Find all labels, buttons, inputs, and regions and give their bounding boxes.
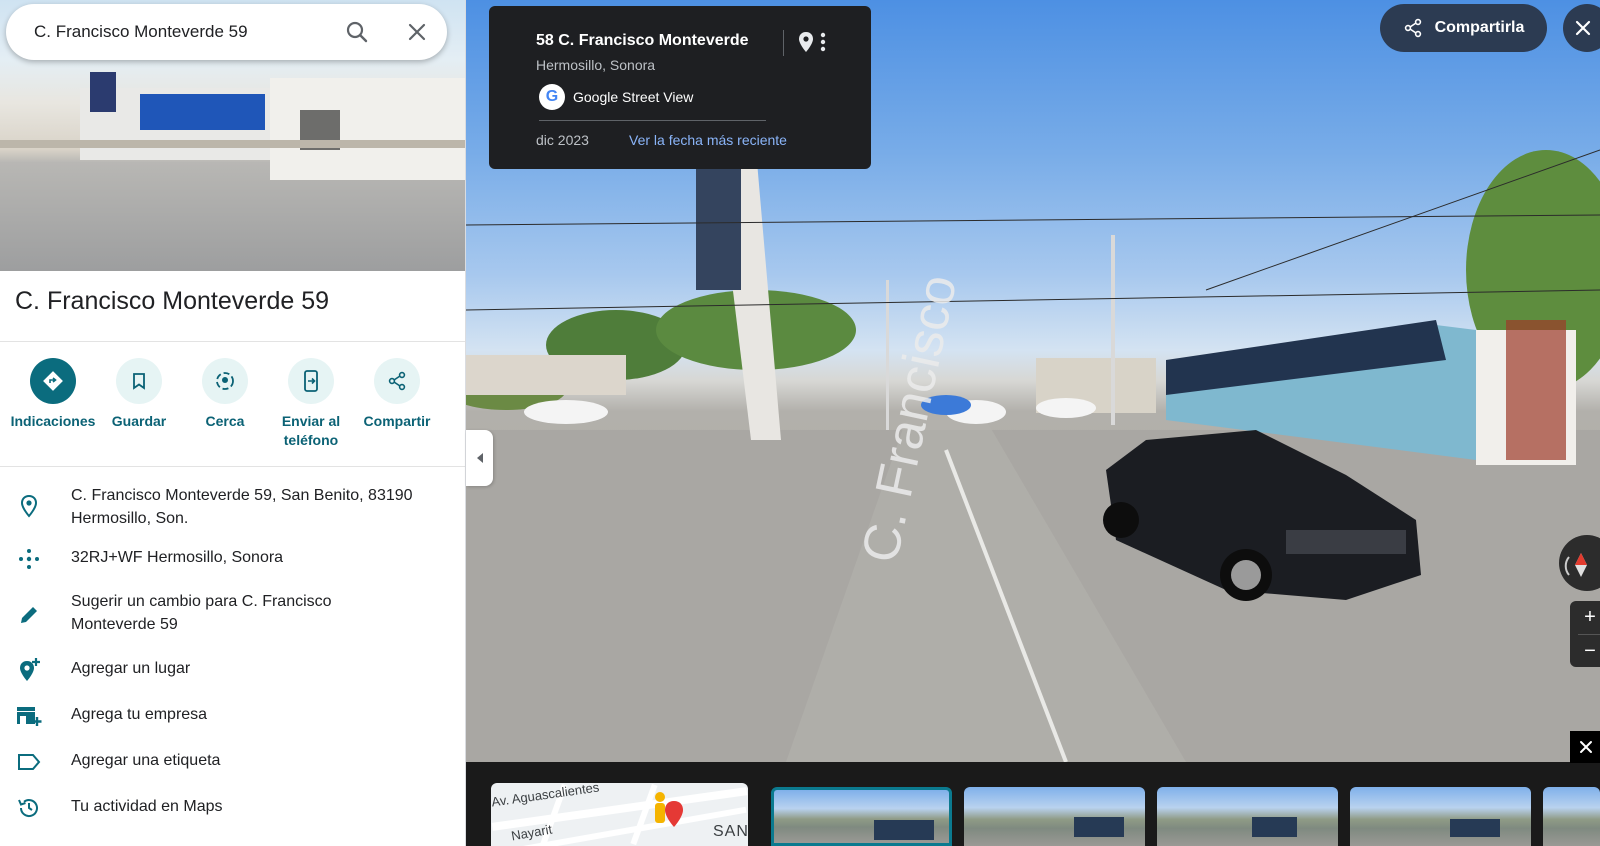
chevron-left-icon (476, 453, 483, 463)
add-label-row[interactable]: Agregar una etiqueta (0, 749, 465, 795)
address-text: C. Francisco Monteverde 59, San Benito, … (71, 487, 413, 527)
zoom-out-button[interactable]: − (1570, 635, 1600, 668)
map-area-label: SAN (713, 823, 748, 840)
activity-text: Tu actividad en Maps (71, 798, 223, 815)
label-icon (16, 749, 42, 775)
location-pin-icon (16, 493, 42, 519)
page-title: C. Francisco Monteverde 59 (15, 287, 330, 315)
minimap[interactable]: Av. Aguascalientes Nayarit SAN (491, 783, 748, 846)
send-to-phone-icon (288, 358, 334, 404)
plus-code-row[interactable]: 32RJ+WF Hermosillo, Sonora (0, 546, 465, 590)
photo-sign (140, 94, 265, 130)
zoom-in-button[interactable]: + (1570, 601, 1600, 634)
provider-label: Google Street View (573, 89, 694, 105)
pegman-icon (655, 792, 683, 827)
address-row[interactable]: C. Francisco Monteverde 59, San Benito, … (0, 484, 465, 546)
save-button[interactable]: Guardar (96, 358, 182, 450)
info-list: C. Francisco Monteverde 59, San Benito, … (0, 484, 465, 841)
send-to-phone-label: Enviar al teléfono (281, 413, 341, 448)
street-view-info-card: 58 C. Francisco Monteverde Hermosillo, S… (489, 6, 871, 169)
directions-button[interactable]: Indicaciones (10, 358, 96, 450)
place-panel: C. Francisco Monteverde 59 C. Francisco … (0, 0, 466, 846)
nearby-button[interactable]: Cerca (182, 358, 268, 450)
divider (539, 120, 766, 121)
zoom-controls: + − (1570, 601, 1600, 667)
search-input[interactable]: C. Francisco Monteverde 59 (34, 22, 327, 42)
bookmark-icon (116, 358, 162, 404)
directions-icon (30, 358, 76, 404)
streetview-title: 58 C. Francisco Monteverde (536, 32, 749, 49)
close-icon (1580, 741, 1592, 753)
history-icon (16, 795, 42, 821)
add-business-icon (16, 703, 42, 729)
collapse-panel-button[interactable] (466, 430, 493, 486)
close-icon[interactable] (387, 4, 447, 60)
divider (783, 30, 784, 56)
add-label-text: Agregar una etiqueta (71, 752, 221, 769)
activity-row[interactable]: Tu actividad en Maps (0, 795, 465, 841)
photo-thumbnail[interactable] (771, 787, 952, 846)
streetview-subtitle: Hermosillo, Sonora (536, 57, 656, 73)
photo-curb (0, 140, 465, 148)
location-pin-icon[interactable] (797, 30, 815, 59)
share-icon (1404, 18, 1421, 38)
pencil-icon (16, 602, 42, 628)
close-icon (1575, 20, 1591, 36)
action-bar: Indicaciones Guardar Cerca Enviar al tel… (10, 358, 460, 450)
add-business-text: Agrega tu empresa (71, 706, 208, 723)
latest-date-link[interactable]: Ver la fecha más reciente (629, 132, 787, 148)
send-to-phone-button[interactable]: Enviar al teléfono (268, 358, 354, 450)
photo-thumbnail[interactable] (1350, 787, 1531, 846)
share-label: Compartir (363, 413, 431, 429)
photo-thumbnail[interactable] (964, 787, 1145, 846)
plus-code-text: 32RJ+WF Hermosillo, Sonora (71, 549, 284, 566)
map-street-label: Av. Aguascalientes (491, 783, 601, 810)
save-label: Guardar (111, 413, 167, 429)
capture-date: dic 2023 (536, 132, 589, 148)
nearby-icon (202, 358, 248, 404)
suggest-edit-text: Sugerir un cambio para C. Francisco Mont… (71, 593, 332, 633)
share-icon (374, 358, 420, 404)
photo-thumbnail[interactable] (1157, 787, 1338, 846)
share-button[interactable]: Compartir (354, 358, 440, 450)
divider (0, 466, 465, 467)
add-business-row[interactable]: Agrega tu empresa (0, 703, 465, 749)
photo-thumbnail[interactable] (1543, 787, 1600, 846)
share-streetview-label: Compartirla (1434, 19, 1525, 36)
add-place-text: Agregar un lugar (71, 660, 191, 677)
plus-code-icon (16, 546, 42, 572)
add-place-row[interactable]: Agregar un lugar (0, 657, 465, 703)
photo-pole-sign (90, 72, 116, 112)
share-streetview-button[interactable]: Compartirla (1380, 4, 1547, 52)
directions-label: Indicaciones (10, 413, 96, 429)
provider-row: G Google Street View (539, 84, 693, 110)
compass-icon (1564, 553, 1587, 577)
more-options-icon[interactable] (819, 30, 827, 59)
add-location-icon (16, 657, 42, 683)
search-box[interactable]: C. Francisco Monteverde 59 (6, 4, 447, 60)
nearby-label: Cerca (205, 413, 245, 429)
place-photo[interactable]: C. Francisco Monteverde 59 (0, 0, 465, 271)
suggest-edit-row[interactable]: Sugerir un cambio para C. Francisco Mont… (0, 590, 465, 657)
close-strip-button[interactable] (1570, 731, 1600, 763)
divider (0, 341, 465, 342)
google-logo-icon: G (539, 84, 565, 110)
search-icon[interactable] (327, 4, 387, 60)
compass-control[interactable] (1559, 535, 1600, 591)
